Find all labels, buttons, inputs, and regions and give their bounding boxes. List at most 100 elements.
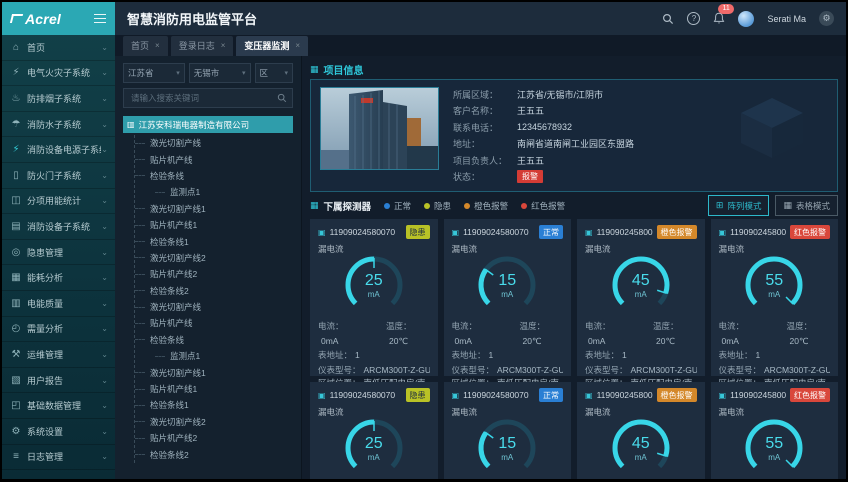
sidebar-item-icon: ≡ [9, 451, 23, 462]
sidebar-item[interactable]: ⌂ 首页 ⌄ [2, 35, 115, 61]
sidebar-item[interactable]: ▤ 消防设备子系统 ⌄ [2, 214, 115, 240]
tree-node[interactable]: 检验条线 [135, 168, 293, 184]
menu-collapse-icon[interactable] [94, 11, 106, 26]
view-mode-button[interactable]: ▦ 表格模式 [775, 195, 838, 216]
tree-node[interactable]: 激光切割产线2 [135, 414, 293, 430]
project-fields: 所属区域： 江苏省/无锡市/江阴市 客户名称： 王五五 联系电话： [453, 87, 634, 184]
chevron-down-icon: ⌄ [101, 145, 108, 154]
tree-node[interactable]: 检验条线1 [135, 397, 293, 413]
tree-node[interactable]: 检验条线2 [135, 446, 293, 462]
field-label: 状态： [453, 170, 517, 183]
search-icon[interactable] [277, 93, 287, 103]
sidebar-item[interactable]: ◫ 分项用能统计 ⌄ [2, 189, 115, 215]
address-row: 表地址：1 [585, 348, 697, 363]
detector-card[interactable]: ▣ 11909024580070 橙色报警 漏电流 45 mA [577, 219, 705, 376]
tree-node[interactable]: 贴片机产线2 [135, 430, 293, 446]
detector-card[interactable]: ▣ 11909024580070 橙色报警 漏电流 45 mA [577, 382, 705, 479]
card-header: ▣ 11909024580070 红色报警 [719, 225, 831, 239]
sidebar-item[interactable]: ☂ 消防水子系统 ⌄ [2, 112, 115, 138]
leakage-gauge: 15 mA [452, 255, 564, 315]
district-select[interactable]: 区 ▾ [255, 63, 293, 83]
tree-node[interactable]: 贴片机产线1 [135, 381, 293, 397]
search-input[interactable] [129, 92, 277, 104]
sidebar-item[interactable]: ⚒ 运维管理 ⌄ [2, 342, 115, 368]
close-icon[interactable]: × [295, 41, 300, 50]
sidebar-item[interactable]: ◎ 隐患管理 ⌄ [2, 240, 115, 266]
tree-node[interactable]: 激光切割产线 [135, 135, 293, 151]
sidebar-item[interactable]: ♨ 防排烟子系统 ⌄ [2, 86, 115, 112]
notifications-bell-icon[interactable]: 11 [713, 12, 725, 25]
legend-item: 隐患 [424, 200, 451, 212]
tree-root-company[interactable]: ▥ 江苏安科瑞电器制造有限公司 [123, 116, 293, 133]
device-icon: ▣ [318, 391, 326, 400]
province-select[interactable]: 江苏省 ▾ [123, 63, 185, 83]
city-select[interactable]: 无锡市 ▾ [189, 63, 251, 83]
project-status-field: 状态： 报警 [453, 170, 634, 183]
tree-node[interactable]: 贴片机产线1 [135, 217, 293, 233]
detector-card[interactable]: ▣ 11909024580070 红色报警 漏电流 55 mA [711, 219, 839, 376]
tree-node[interactable]: 监测点1 [135, 184, 293, 200]
sidebar-item[interactable]: ▦ 能耗分析 ⌄ [2, 265, 115, 291]
close-icon[interactable]: × [221, 41, 226, 50]
tree-node[interactable]: 监测点1 [135, 348, 293, 364]
tree-node[interactable]: 激光切割产线 [135, 299, 293, 315]
tab-label: 登录日志 [179, 39, 215, 52]
gear-icon[interactable]: ⚙ [819, 11, 834, 26]
tree-node[interactable]: 检验条线1 [135, 233, 293, 249]
device-icon: ▣ [585, 228, 593, 237]
gauge-value: 45 [585, 435, 697, 453]
detector-card[interactable]: ▣ 11909024580070 隐患 漏电流 25 mA [310, 219, 438, 376]
acrel-logo-icon [10, 14, 23, 23]
detector-card[interactable]: ▣ 11909024580070 红色报警 漏电流 55 mA [711, 382, 839, 479]
tree-node-label: 贴片机产线 [150, 154, 193, 166]
sidebar-item[interactable]: ⚙ 系统设置 ⌄ [2, 419, 115, 445]
sidebar-item[interactable]: ▥ 电能质量 ⌄ [2, 291, 115, 317]
gauge-value: 25 [318, 435, 430, 453]
tab[interactable]: 变压器监测 × [236, 36, 308, 56]
tree-node[interactable]: 激光切割产线1 [135, 201, 293, 217]
tab[interactable]: 首页 × [123, 36, 168, 56]
sidebar-item-label: 用户报告 [27, 374, 101, 387]
content: 江苏省 ▾ 无锡市 ▾ 区 ▾ [115, 56, 846, 479]
status-badge: 隐患 [406, 388, 430, 402]
avatar[interactable] [738, 11, 754, 27]
tree-node-label: 检验条线2 [150, 449, 189, 461]
tree-node[interactable]: 贴片机产线 [135, 151, 293, 167]
sidebar-item-icon: ⚒ [9, 349, 23, 360]
tree-node[interactable]: 激光切割产线1 [135, 364, 293, 380]
sidebar-item[interactable]: ⚡ 消防设备电源子系统 ⌄ [2, 137, 115, 163]
chevron-down-icon: ⌄ [101, 120, 108, 129]
metric-label: 漏电流 [719, 243, 831, 255]
tree-node[interactable]: 检验条线 [135, 332, 293, 348]
field-label: 项目负责人： [453, 154, 517, 167]
sidebar-item[interactable]: ▧ 用户报告 ⌄ [2, 368, 115, 394]
legend-dot [521, 203, 527, 209]
tree-node[interactable]: 检验条线2 [135, 283, 293, 299]
gauge-unit: mA [318, 453, 430, 462]
view-mode-button[interactable]: ⊞ 阵列模式 [708, 195, 770, 216]
tree-node[interactable]: 激光切割产线2 [135, 250, 293, 266]
detector-card[interactable]: ▣ 11909024580070 隐患 漏电流 25 mA [310, 382, 438, 479]
sidebar-item[interactable]: ⚡ 电气火灾子系统 ⌄ [2, 61, 115, 87]
sidebar: Acrel ⌂ 首页 ⌄ ⚡ 电气火灾子系统 ⌄ ♨ 防排烟子系统 [2, 2, 115, 479]
sidebar-item[interactable]: ◴ 需量分析 ⌄ [2, 317, 115, 343]
help-icon[interactable]: ? [687, 12, 700, 25]
detector-card[interactable]: ▣ 11909024580070 正常 漏电流 15 mA [444, 382, 572, 479]
tree-node[interactable]: 贴片机产线 [135, 315, 293, 331]
search-icon[interactable] [662, 13, 674, 25]
close-icon[interactable]: × [155, 41, 160, 50]
sidebar-item[interactable]: ◰ 基础数据管理 ⌄ [2, 393, 115, 419]
detector-card[interactable]: ▣ 11909024580070 正常 漏电流 15 mA [444, 219, 572, 376]
sidebar-item[interactable]: ▯ 防火门子系统 ⌄ [2, 163, 115, 189]
tree-node-label: 检验条线1 [150, 236, 189, 248]
leakage-gauge: 25 mA [318, 255, 430, 315]
detail-panel: ▦ 项目信息 [302, 56, 846, 479]
gauge-value: 55 [719, 272, 831, 290]
tab[interactable]: 登录日志 × [171, 36, 234, 56]
field-value: 12345678932 [517, 122, 572, 132]
tree-node-label: 贴片机产线2 [150, 268, 197, 280]
sidebar-item[interactable]: ≡ 日志管理 ⌄ [2, 445, 115, 471]
legend-dot [424, 203, 430, 209]
username[interactable]: Serati Ma [767, 14, 806, 24]
tree-node[interactable]: 贴片机产线2 [135, 266, 293, 282]
